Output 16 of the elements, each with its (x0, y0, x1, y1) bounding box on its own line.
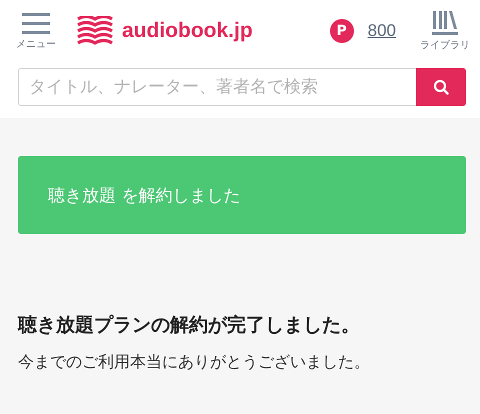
books-icon (432, 10, 458, 34)
success-banner: 聴き放題 を解約しました (18, 156, 466, 234)
search-button[interactable] (416, 68, 466, 106)
logo-link[interactable]: audiobook.jp (76, 16, 253, 46)
menu-label: メニュー (16, 38, 56, 50)
library-button[interactable]: ライブラリ (420, 10, 470, 52)
points-link[interactable]: 800 (368, 21, 396, 41)
library-label: ライブラリ (420, 38, 470, 52)
thanks-text: 今までのご利用本当にありがとうございました。 (18, 352, 371, 373)
menu-button[interactable]: メニュー (16, 12, 56, 50)
book-logo-icon (76, 16, 114, 46)
menu-icon (22, 12, 50, 34)
completion-heading: 聴き放題プランの解約が完了しました。 (18, 313, 361, 338)
points-badge: P (330, 19, 354, 43)
search-field[interactable]: タイトル、ナレーター、著者名で検索 (18, 68, 416, 106)
search-icon (433, 79, 449, 95)
